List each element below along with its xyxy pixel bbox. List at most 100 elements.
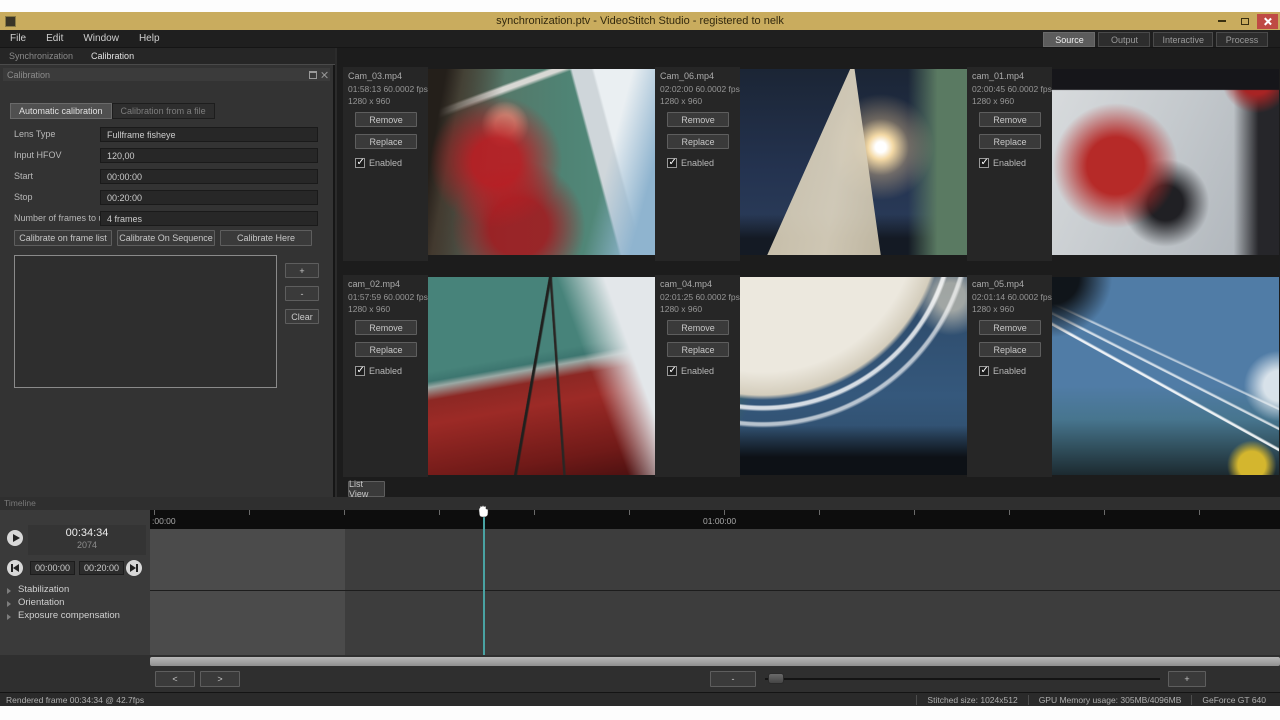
calibration-tabs: Automatic calibration Calibration from a… (10, 103, 215, 119)
video-thumbnail[interactable] (428, 69, 655, 255)
tab-interactive[interactable]: Interactive (1153, 32, 1213, 47)
camera-info: Cam_03.mp4 01:58:13 60.0002 fps 1280 x 9… (343, 67, 428, 261)
zoom-out-button[interactable]: - (710, 671, 756, 687)
enabled-checkbox[interactable] (979, 366, 989, 376)
timeline-zoom-slider[interactable] (765, 678, 1160, 680)
video-thumbnail[interactable] (740, 277, 967, 475)
range-start-field[interactable]: 00:00:00 (30, 561, 75, 575)
title-bar: synchronization.ptv - VideoStitch Studio… (0, 12, 1280, 30)
track-stabilization[interactable]: Stabilization (18, 584, 69, 595)
replace-button[interactable]: Replace (667, 342, 729, 357)
track-exposure-compensation[interactable]: Exposure compensation (18, 610, 120, 621)
timeline-tracks[interactable] (150, 529, 1280, 655)
input-hfov-field[interactable]: 120,00 (100, 148, 318, 163)
range-end-field[interactable]: 00:20:00 (79, 561, 124, 575)
clear-frames-button[interactable]: Clear (285, 309, 319, 324)
replace-button[interactable]: Replace (355, 342, 417, 357)
calibrate-frame-list-button[interactable]: Calibrate on frame list (14, 230, 112, 246)
video-thumbnail[interactable] (740, 69, 967, 255)
expander-icon[interactable] (7, 601, 11, 607)
tab-output[interactable]: Output (1098, 32, 1150, 47)
menu-edit[interactable]: Edit (36, 30, 73, 47)
track-orientation[interactable]: Orientation (18, 597, 64, 608)
camera-name: cam_04.mp4 (660, 279, 712, 289)
timeline-scrollbar[interactable] (150, 657, 1280, 666)
menu-window[interactable]: Window (73, 30, 129, 47)
undock-icon[interactable] (309, 71, 317, 79)
playhead[interactable] (483, 510, 485, 655)
remove-button[interactable]: Remove (667, 320, 729, 335)
expander-icon[interactable] (7, 614, 11, 620)
enabled-checkbox[interactable] (355, 158, 365, 168)
camera-resolution: 1280 x 960 (348, 304, 390, 314)
tab-automatic-calibration[interactable]: Automatic calibration (10, 103, 112, 119)
remove-button[interactable]: Remove (355, 112, 417, 127)
enabled-label: Enabled (993, 366, 1026, 376)
video-thumbnail[interactable] (1052, 277, 1279, 475)
camera-duration: 02:01:14 60.0002 fps (972, 292, 1052, 302)
tab-source[interactable]: Source (1043, 32, 1095, 47)
skip-to-start-button[interactable] (7, 560, 23, 576)
mode-tabs: Synchronization Calibration (0, 48, 335, 65)
replace-button[interactable]: Replace (979, 134, 1041, 149)
camera-duration: 02:02:00 60.0002 fps (660, 84, 740, 94)
lens-type-select[interactable]: Fullframe fisheye (100, 127, 318, 142)
menu-file[interactable]: File (0, 30, 36, 47)
remove-button[interactable]: Remove (355, 320, 417, 335)
step-forward-button[interactable]: > (200, 671, 240, 687)
ruler-ticks (154, 510, 1280, 515)
camera-info: cam_02.mp4 01:57:59 60.0002 fps 1280 x 9… (343, 275, 428, 477)
remove-button[interactable]: Remove (667, 112, 729, 127)
maximize-icon (1241, 18, 1249, 25)
list-view-button[interactable]: List View (348, 481, 385, 497)
remove-button[interactable]: Remove (979, 320, 1041, 335)
remove-button[interactable]: Remove (979, 112, 1041, 127)
minimize-button[interactable] (1211, 14, 1232, 29)
replace-button[interactable]: Replace (355, 134, 417, 149)
tab-process[interactable]: Process (1216, 32, 1268, 47)
stitched-size-status: Stitched size: 1024x512 (916, 695, 1027, 705)
add-frame-button[interactable]: + (285, 263, 319, 278)
panel-title: Calibration (7, 70, 50, 80)
zoom-slider-thumb[interactable] (768, 673, 784, 684)
camera-name: cam_02.mp4 (348, 279, 400, 289)
replace-button[interactable]: Replace (979, 342, 1041, 357)
video-thumbnail[interactable] (1052, 69, 1279, 255)
skip-to-end-button[interactable] (126, 560, 142, 576)
camera-info: cam_05.mp4 02:01:14 60.0002 fps 1280 x 9… (967, 275, 1052, 477)
step-back-button[interactable]: < (155, 671, 195, 687)
start-label: Start (14, 171, 33, 181)
stop-field[interactable]: 00:20:00 (100, 190, 318, 205)
panel-close-icon[interactable] (320, 71, 328, 79)
enabled-checkbox[interactable] (667, 158, 677, 168)
enabled-checkbox[interactable] (355, 366, 365, 376)
replace-button[interactable]: Replace (667, 134, 729, 149)
ruler-label-hour: 01:00:00 (703, 516, 736, 526)
enabled-checkbox[interactable] (667, 366, 677, 376)
tab-synchronization[interactable]: Synchronization (0, 48, 82, 64)
enabled-label: Enabled (681, 366, 714, 376)
enabled-checkbox[interactable] (979, 158, 989, 168)
camera-duration: 01:57:59 60.0002 fps (348, 292, 428, 302)
timeline-ruler[interactable]: :00:00 01:00:00 (150, 510, 1280, 529)
frame-list-box[interactable] (14, 255, 277, 388)
camera-cell: cam_05.mp4 02:01:14 60.0002 fps 1280 x 9… (967, 275, 1279, 477)
video-thumbnail[interactable] (428, 277, 655, 475)
calibrate-on-sequence-button[interactable]: Calibrate On Sequence (117, 230, 215, 246)
camera-cell: Cam_06.mp4 02:02:00 60.0002 fps 1280 x 9… (655, 67, 967, 261)
tab-calibration-from-file[interactable]: Calibration from a file (112, 103, 215, 119)
close-button[interactable] (1257, 14, 1278, 29)
maximize-button[interactable] (1234, 14, 1255, 29)
hand-cursor-icon (476, 505, 490, 518)
remove-frame-button[interactable]: - (285, 286, 319, 301)
start-field[interactable]: 00:00:00 (100, 169, 318, 184)
calibrate-here-button[interactable]: Calibrate Here (220, 230, 312, 246)
menu-help[interactable]: Help (129, 30, 170, 47)
tab-calibration[interactable]: Calibration (82, 48, 143, 64)
expander-icon[interactable] (7, 588, 11, 594)
frames-field[interactable]: 4 frames (100, 211, 318, 226)
camera-info: cam_04.mp4 02:01:25 60.0002 fps 1280 x 9… (655, 275, 740, 477)
camera-cell: cam_04.mp4 02:01:25 60.0002 fps 1280 x 9… (655, 275, 967, 477)
zoom-in-button[interactable]: + (1168, 671, 1206, 687)
play-button[interactable] (7, 530, 23, 546)
